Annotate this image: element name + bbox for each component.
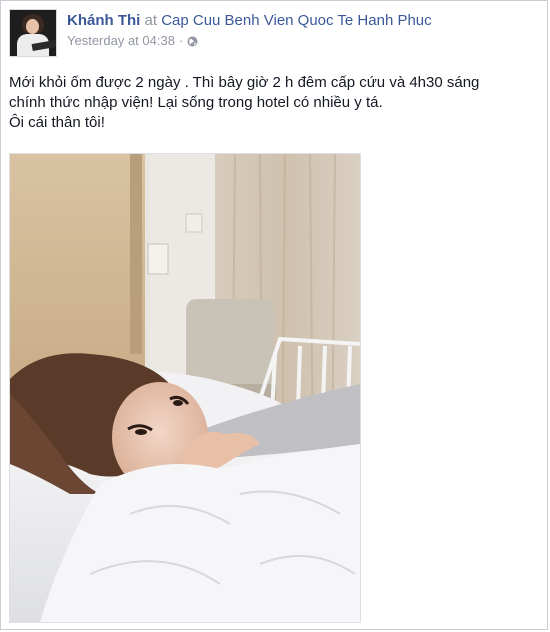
avatar-face (26, 19, 39, 34)
post-body-line: Ôi cái thân tôi! (9, 114, 105, 131)
post-header: Khánh Thi at Cap Cuu Benh Vien Quoc Te H… (9, 9, 539, 61)
separator-dot: · (178, 33, 184, 48)
post-body: Mới khỏi ốm được 2 ngày . Thì bây giờ 2 … (9, 73, 539, 133)
at-text: at (144, 12, 158, 29)
author-name-link[interactable]: Khánh Thi (67, 12, 140, 29)
post-time-line: Yesterday at 04:38 · (67, 33, 432, 48)
globe-icon[interactable] (187, 35, 198, 47)
post-body-line: Mới khỏi ốm được 2 ngày . Thì bây giờ 2 … (9, 74, 480, 91)
post-photo[interactable] (9, 153, 361, 623)
author-avatar[interactable] (9, 9, 57, 57)
post-meta: Khánh Thi at Cap Cuu Benh Vien Quoc Te H… (67, 11, 432, 48)
hospital-bed-photo (10, 154, 360, 622)
post-title-line: Khánh Thi at Cap Cuu Benh Vien Quoc Te H… (67, 11, 432, 31)
facebook-post: Khánh Thi at Cap Cuu Benh Vien Quoc Te H… (0, 0, 548, 630)
timestamp-link[interactable]: Yesterday at 04:38 (67, 33, 175, 48)
post-body-line: chính thức nhập viện! Lại sống trong hot… (9, 94, 383, 111)
location-link[interactable]: Cap Cuu Benh Vien Quoc Te Hanh Phuc (161, 12, 431, 29)
